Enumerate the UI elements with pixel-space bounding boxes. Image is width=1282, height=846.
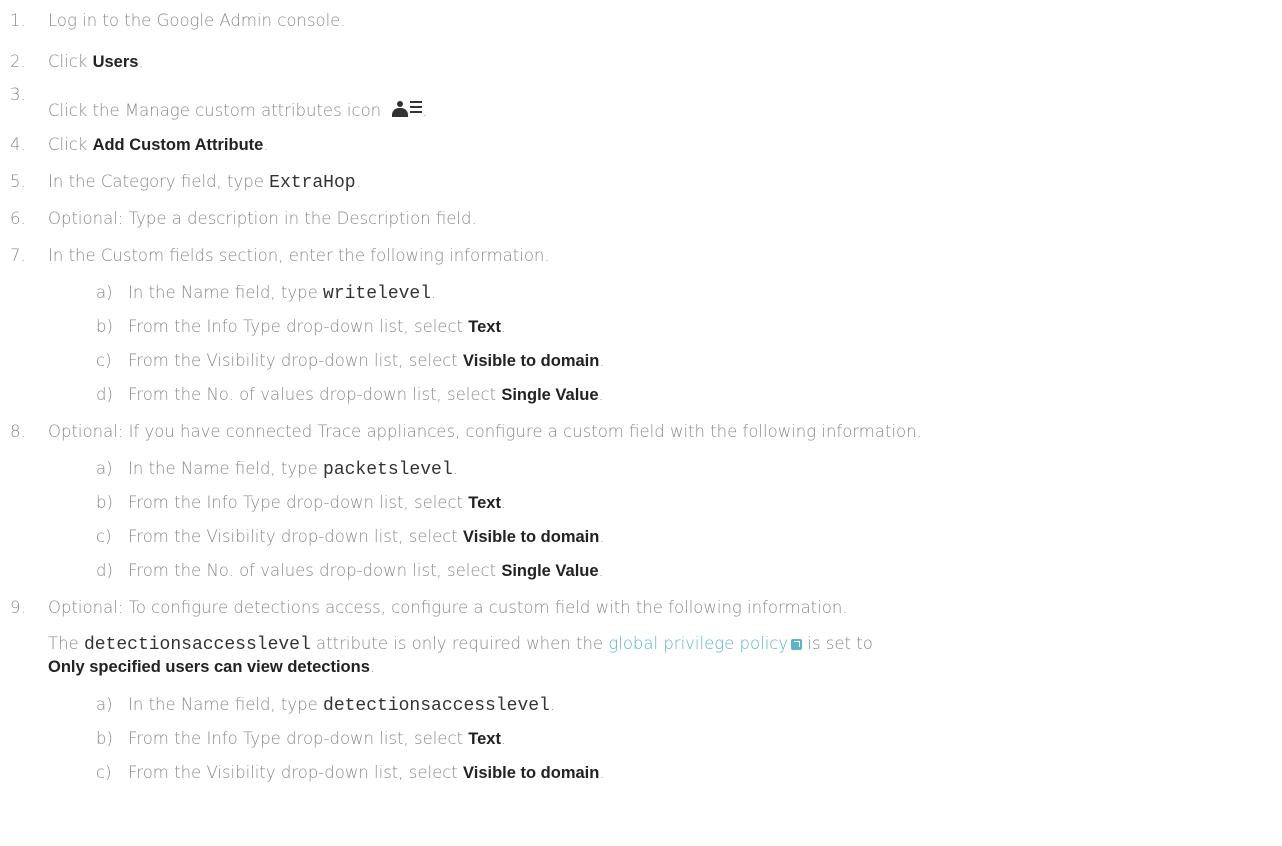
step-number: 1. — [10, 11, 26, 30]
manage-custom-attributes-icon — [390, 98, 423, 118]
step-number: 4. — [10, 135, 26, 154]
note-text: Only specified users can view detections… — [48, 657, 376, 676]
add-custom-attribute-label: Add Custom Attribute — [92, 136, 264, 154]
substep-text: From the Info Type drop-down list, selec… — [128, 493, 507, 512]
step-text: Optional: To configure detections access… — [48, 598, 848, 617]
step-text: Click Users. — [48, 52, 144, 71]
substep-text: From the Visibility drop-down list, sele… — [128, 351, 605, 370]
users-label: Users — [92, 53, 139, 71]
step-number: 2. — [10, 52, 26, 71]
step-text: Click the Manage custom attributes icon … — [48, 98, 428, 122]
code-value: writelevel — [323, 284, 432, 304]
step-text: In the Category field, type ExtraHop. — [48, 172, 361, 193]
substep-text: From the Visibility drop-down list, sele… — [128, 527, 605, 546]
substep-text: From the Info Type drop-down list, selec… — [128, 317, 507, 336]
step-text: Click Add Custom Attribute. — [48, 135, 269, 154]
substep-text: From the No. of values drop-down list, s… — [128, 385, 604, 404]
substep-text: In the Name field, type writelevel. — [128, 283, 437, 304]
step-text: Log in to the Google Admin console. — [48, 11, 346, 30]
only-specified-users-label: Only specified users can view detections — [48, 658, 370, 676]
step-text: In the Custom fields section, enter the … — [48, 246, 550, 265]
instructions-document: 1. Log in to the Google Admin console. 2… — [0, 0, 1282, 846]
step-number: 6. — [10, 209, 26, 228]
step-number: 3. — [10, 85, 26, 104]
external-link-icon[interactable] — [791, 639, 803, 650]
step-number: 9. — [10, 598, 26, 617]
step-text: Optional: If you have connected Trace ap… — [48, 422, 922, 441]
code-value: detectionsaccesslevel — [83, 635, 311, 655]
code-value: packetslevel — [323, 460, 453, 480]
code-value: ExtraHop — [269, 173, 356, 193]
step-number: 5. — [10, 172, 26, 191]
substep-text: In the Name field, type detectionsaccess… — [128, 695, 556, 716]
substep-text: From the Info Type drop-down list, selec… — [128, 729, 507, 748]
substep-text: From the No. of values drop-down list, s… — [128, 561, 604, 580]
step-number: 8. — [10, 422, 26, 441]
substep-text: In the Name field, type packetslevel. — [128, 459, 458, 480]
note-text: The detectionsaccesslevel attribute is o… — [48, 634, 873, 655]
step-text: Optional: Type a description in the Desc… — [48, 209, 477, 228]
step-number: 7. — [10, 246, 26, 265]
substep-text: From the Visibility drop-down list, sele… — [128, 763, 605, 782]
code-value: detectionsaccesslevel — [323, 696, 550, 716]
global-privilege-policy-link[interactable]: global privilege policy — [608, 634, 788, 653]
